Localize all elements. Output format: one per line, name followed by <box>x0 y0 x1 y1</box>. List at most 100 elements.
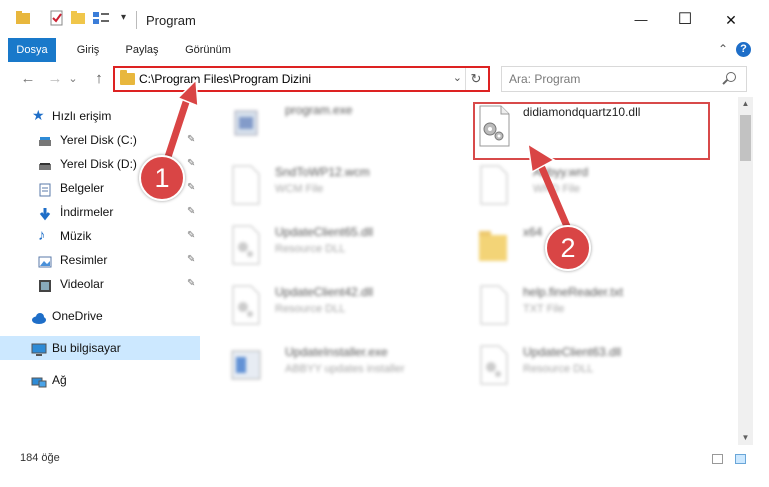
drive-icon <box>38 133 52 147</box>
search-placeholder: Ara: Program <box>509 72 581 86</box>
pictures-icon <box>38 253 52 268</box>
properties-icon[interactable] <box>49 10 65 29</box>
documents-icon <box>38 181 52 197</box>
pin-icon[interactable]: ✎ <box>187 272 195 296</box>
file-item[interactable]: UpdateInstaller.exe ABBYY updates instal… <box>229 343 459 389</box>
refresh-button[interactable]: ↻ <box>465 68 486 90</box>
up-button[interactable]: ↑ <box>88 68 110 90</box>
folder-icon <box>477 225 511 265</box>
file-name: UpdateClient42.dll <box>275 285 374 299</box>
cloud-icon <box>31 309 46 324</box>
file-icon <box>229 165 263 205</box>
file-item[interactable]: help.fineReader.txt TXT File <box>477 283 697 329</box>
recent-locations-button[interactable]: ⌄ <box>66 68 80 90</box>
sidebar-item-label: OneDrive <box>52 309 103 323</box>
file-type: ABBYY updates installer <box>285 363 405 375</box>
sidebar-item-label: Yerel Disk (D:) <box>60 157 137 171</box>
forward-button[interactable]: → <box>44 68 66 90</box>
folder-icon <box>120 70 135 85</box>
sidebar-item-network[interactable]: Ağ <box>0 368 200 392</box>
file-name: UpdateClient65.dll <box>275 225 374 239</box>
help-icon[interactable]: ? <box>736 42 751 57</box>
title-separator <box>136 11 137 29</box>
scroll-up-button[interactable]: ▲ <box>738 97 753 111</box>
minimize-button[interactable]: — <box>629 8 653 32</box>
file-name: UpdateInstaller.exe <box>285 345 388 359</box>
file-icon <box>477 285 511 325</box>
file-item[interactable]: UpdateClient42.dll Resource DLL <box>229 283 449 329</box>
music-icon: ♪ <box>38 227 46 244</box>
file-type: TXT File <box>523 303 565 315</box>
file-type: Resource DLL <box>275 303 346 315</box>
tab-share[interactable]: Paylaş <box>118 38 166 62</box>
videos-icon <box>38 277 52 292</box>
network-icon <box>31 373 47 388</box>
details-view-icon[interactable] <box>712 454 723 464</box>
pin-icon[interactable]: ✎ <box>187 176 195 200</box>
file-item[interactable]: program.exe <box>229 101 429 147</box>
collapse-ribbon-icon[interactable]: ⌃ <box>718 42 728 56</box>
navigation-bar: ← → ⌄ ↑ C:\Program Files\Program Dizini … <box>0 62 769 96</box>
sidebar-item-label: Hızlı erişim <box>52 109 112 123</box>
sidebar-item-downloads[interactable]: İndirmeler ✎ <box>0 200 200 224</box>
computer-icon <box>31 341 47 356</box>
pin-icon[interactable]: ✎ <box>187 248 195 272</box>
sidebar-item-this-pc[interactable]: Bu bilgisayar <box>0 336 200 360</box>
scroll-down-button[interactable]: ▼ <box>738 431 753 445</box>
dll-gear-icon <box>477 345 511 385</box>
file-item[interactable]: UpdateClient65.dll Resource DLL <box>229 223 449 269</box>
file-item[interactable]: SndToWP12.wcm WCM File <box>229 163 449 209</box>
annotation-badge-1: 1 <box>139 155 185 201</box>
sidebar-item-label: Resimler <box>60 253 108 267</box>
item-count: 184 öğe <box>20 452 60 464</box>
quick-access-dropdown-icon[interactable]: ▾ <box>121 12 126 23</box>
sidebar-item-label: Belgeler <box>60 181 105 195</box>
close-button[interactable]: ✕ <box>719 8 743 32</box>
file-name: SndToWP12.wcm <box>275 165 370 179</box>
sidebar-item-videos[interactable]: Videolar ✎ <box>0 272 200 296</box>
file-type: WCM File <box>275 183 324 195</box>
sidebar-item-label: Bu bilgisayar <box>52 341 121 355</box>
new-folder-icon[interactable] <box>70 10 86 29</box>
scroll-thumb[interactable] <box>740 115 751 161</box>
pin-icon[interactable]: ✎ <box>187 224 195 248</box>
vertical-scrollbar[interactable]: ▲ ▼ <box>738 97 753 445</box>
download-icon <box>38 205 52 221</box>
window-bottom-edge <box>0 469 769 487</box>
file-item[interactable]: UpdateClient63.dll Resource DLL <box>477 343 697 389</box>
view-options-icon[interactable] <box>92 10 110 29</box>
sidebar-item-pictures[interactable]: Resimler ✎ <box>0 248 200 272</box>
star-icon: ★ <box>32 107 45 123</box>
search-icon <box>726 72 736 82</box>
sidebar-item-label: Videolar <box>60 277 104 291</box>
chevron-down-icon[interactable]: ⌄ <box>453 71 462 84</box>
file-type: Resource DLL <box>523 363 594 375</box>
dll-gear-icon <box>229 225 263 265</box>
sidebar-item-onedrive[interactable]: OneDrive <box>0 304 200 328</box>
annotation-badge-2: 2 <box>545 225 591 271</box>
sidebar-item-label: Müzik <box>60 229 92 243</box>
maximize-button[interactable]: ☐ <box>673 8 697 32</box>
exe-icon <box>229 103 263 143</box>
sidebar-item-label: Ağ <box>52 373 67 387</box>
file-name: help.fineReader.txt <box>523 285 624 299</box>
tab-view[interactable]: Görünüm <box>176 38 240 62</box>
tab-home[interactable]: Giriş <box>68 38 108 62</box>
search-input[interactable]: Ara: Program <box>501 66 747 92</box>
sidebar-item-music[interactable]: ♪ Müzik ✎ <box>0 224 200 248</box>
installer-icon <box>229 345 263 385</box>
pin-icon[interactable]: ✎ <box>187 200 195 224</box>
folder-icon <box>15 10 31 29</box>
file-icon <box>477 165 511 205</box>
file-name: UpdateClient63.dll <box>523 345 622 359</box>
large-icons-view-icon[interactable] <box>735 454 746 464</box>
file-type: Resource DLL <box>275 243 346 255</box>
file-name: program.exe <box>285 103 353 117</box>
window-title: Program <box>146 13 196 28</box>
ribbon-tabs: Dosya Giriş Paylaş Görünüm ⌃ ? <box>0 38 769 84</box>
sidebar-item-label: Yerel Disk (C:) <box>60 133 137 147</box>
dll-gear-icon <box>229 285 263 325</box>
drive-icon <box>38 157 52 171</box>
back-button[interactable]: ← <box>17 68 39 90</box>
status-bar: 184 öğe <box>0 449 769 469</box>
